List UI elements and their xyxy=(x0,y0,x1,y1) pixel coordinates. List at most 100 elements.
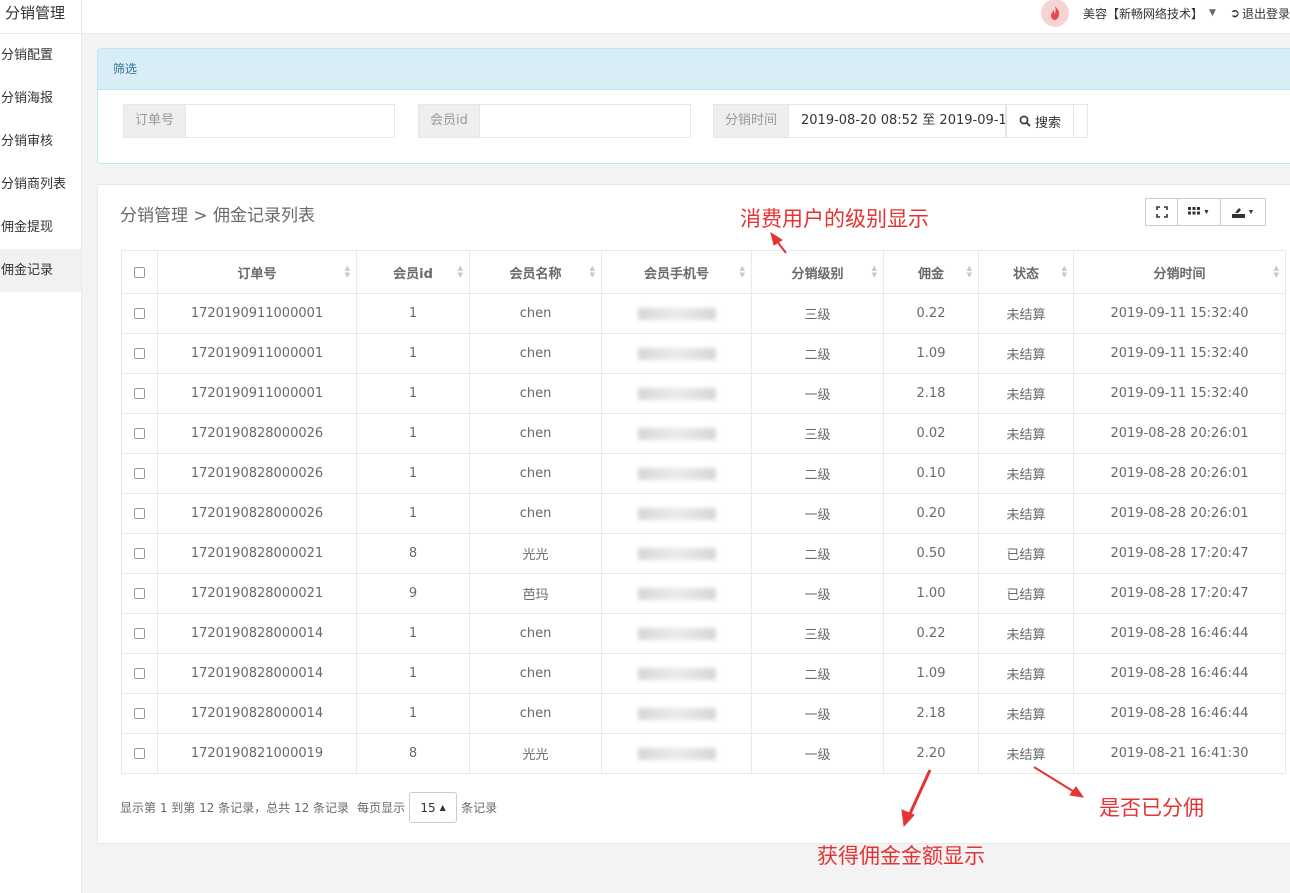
cell-member-phone xyxy=(601,453,752,494)
avatar[interactable] xyxy=(1040,0,1069,27)
redacted-phone xyxy=(637,707,716,720)
filter-heading: 筛选 xyxy=(98,49,1290,90)
header-member-name[interactable]: 会员名称 ▲ ▼ xyxy=(469,250,602,294)
fullscreen-button[interactable] xyxy=(1145,198,1178,226)
cell-time: 2019-08-28 17:20:47 xyxy=(1073,573,1286,614)
table-row[interactable]: 1720190828000014 1 chen 二级 1.09 未结算 2019-08-28… xyxy=(121,653,1286,694)
row-checkbox[interactable] xyxy=(134,508,145,519)
header-status[interactable]: 状态 ▲ ▼ xyxy=(978,250,1074,294)
table-row[interactable]: 1720190828000014 1 chen 三级 0.22 未结算 2019-08-28… xyxy=(121,613,1286,654)
cell-time: 2019-08-28 16:46:44 xyxy=(1073,653,1286,694)
table-row[interactable]: 1720190911000001 1 chen 二级 1.09 未结算 2019-09-11… xyxy=(121,333,1286,374)
annotation-commission: 获得佣金金额显示 xyxy=(817,844,985,868)
row-checkbox[interactable] xyxy=(134,308,145,319)
row-checkbox[interactable] xyxy=(134,428,145,439)
table-row[interactable]: 1720190828000026 1 chen 一级 0.20 未结算 2019-08-28… xyxy=(121,493,1286,534)
cell-order: 1720190911000001 xyxy=(157,333,357,374)
cell-time: 2019-08-28 16:46:44 xyxy=(1073,693,1286,734)
redacted-phone xyxy=(637,667,716,680)
member-filter-group: 会员id xyxy=(418,104,691,138)
table-row[interactable]: 1720190828000021 8 光光 二级 0.50 已结算 2019-08-28 1… xyxy=(121,533,1286,574)
table-row[interactable]: 1720190828000026 1 chen 三级 0.02 未结算 2019-08-28… xyxy=(121,413,1286,454)
cell-status: 未结算 xyxy=(978,493,1074,534)
sidebar-item-distributors[interactable]: 分销商列表 xyxy=(0,163,81,206)
row-checkbox[interactable] xyxy=(134,628,145,639)
sort-icon: ▲ ▼ xyxy=(344,264,350,279)
logout-link[interactable]: ➲ 退出登录 xyxy=(1230,5,1290,22)
user-menu[interactable]: 美容【新畅网络技术】 xyxy=(1083,5,1203,22)
cell-member-id: 1 xyxy=(356,413,470,454)
date-range-input[interactable]: 2019-08-20 08:52 至 2019-09-11 08:52 xyxy=(788,104,1007,138)
sidebar-item-review[interactable]: 分销审核 xyxy=(0,120,81,163)
header-time[interactable]: 分销时间 ▲ ▼ xyxy=(1073,250,1286,294)
header-member-id[interactable]: 会员id ▲ ▼ xyxy=(356,250,470,294)
cell-time: 2019-08-28 20:26:01 xyxy=(1073,453,1286,494)
top-bar: 分销管理 美容【新畅网络技术】 ▼ ➲ 退出登录 xyxy=(0,0,1290,34)
header-commission[interactable]: 佣金 ▲ ▼ xyxy=(883,250,979,294)
sort-icon: ▲ ▼ xyxy=(589,264,595,279)
cell-member-id: 1 xyxy=(356,453,470,494)
sidebar-item-commission-records[interactable]: 佣金记录 xyxy=(0,249,81,292)
member-id-input[interactable] xyxy=(478,104,691,138)
row-checkbox[interactable] xyxy=(134,548,145,559)
search-button[interactable]: 搜索 xyxy=(1006,104,1075,138)
row-checkbox[interactable] xyxy=(134,348,145,359)
sidebar-item-withdraw[interactable]: 佣金提现 xyxy=(0,206,81,249)
cell-time: 2019-09-11 15:32:40 xyxy=(1073,293,1286,334)
table-header-row: 订单号 ▲ ▼ 会员id ▲ ▼ 会员名称 ▲ ▼ 会员手机号 ▲ ▼ 分销级别 ▲ ▼ 佣金 ▲ ▼ … xyxy=(121,250,1286,294)
table-row[interactable]: 1720190821000019 8 光光 一级 2.20 未结算 2019-08-21 1… xyxy=(121,733,1286,774)
cell-order: 1720190828000014 xyxy=(157,653,357,694)
columns-button[interactable]: ▼ xyxy=(1178,198,1221,226)
sidebar-item-config[interactable]: 分销配置 xyxy=(0,34,81,77)
chevron-down-icon: ▼ xyxy=(1203,208,1210,216)
cell-member-id: 1 xyxy=(356,613,470,654)
cell-time: 2019-09-11 15:32:40 xyxy=(1073,373,1286,414)
redacted-phone xyxy=(637,587,716,600)
sidebar: 分销配置 分销海报 分销审核 分销商列表 佣金提现 佣金记录 xyxy=(0,34,82,893)
cell-member-name: 光光 xyxy=(469,733,602,774)
table-row[interactable]: 1720190828000014 1 chen 一级 2.18 未结算 2019-08-28… xyxy=(121,693,1286,734)
row-checkbox[interactable] xyxy=(134,748,145,759)
table-row[interactable]: 1720190828000026 1 chen 二级 0.10 未结算 2019-08-28… xyxy=(121,453,1286,494)
cell-member-name: chen xyxy=(469,613,602,654)
cell-status: 已结算 xyxy=(978,573,1074,614)
sidebar-item-poster[interactable]: 分销海报 xyxy=(0,77,81,120)
breadcrumb: 分销管理 > 佣金记录列表 xyxy=(120,206,316,226)
header-level[interactable]: 分销级别 ▲ ▼ xyxy=(751,250,884,294)
cell-member-phone xyxy=(601,533,752,574)
table-row[interactable]: 1720190911000001 1 chen 三级 0.22 未结算 2019-09-11… xyxy=(121,293,1286,334)
cell-commission: 2.20 xyxy=(883,733,979,774)
sort-icon: ▲ ▼ xyxy=(739,264,745,279)
redacted-phone xyxy=(637,747,716,760)
table-row[interactable]: 1720190911000001 1 chen 一级 2.18 未结算 2019-09-11… xyxy=(121,373,1286,414)
records-panel: 分销管理 > 佣金记录列表 ▼ ▼ 订单号 ▲ ▼ 会员id ▲ ▼ 会员名称 ▲ ▼ 会员… xyxy=(97,184,1290,844)
chevron-down-icon[interactable]: ▼ xyxy=(1209,8,1216,18)
input-group-end xyxy=(1074,104,1089,138)
export-button[interactable]: ▼ xyxy=(1221,198,1266,226)
row-checkbox[interactable] xyxy=(134,468,145,479)
flame-logo-icon xyxy=(1050,6,1060,20)
header-member-phone[interactable]: 会员手机号 ▲ ▼ xyxy=(601,250,752,294)
row-checkbox[interactable] xyxy=(134,668,145,679)
header-order[interactable]: 订单号 ▲ ▼ xyxy=(157,250,357,294)
export-icon xyxy=(1231,207,1245,218)
row-checkbox[interactable] xyxy=(134,708,145,719)
cell-status: 未结算 xyxy=(978,453,1074,494)
cell-status: 未结算 xyxy=(978,693,1074,734)
order-label: 订单号 xyxy=(123,104,186,138)
select-all-checkbox[interactable] xyxy=(134,266,145,278)
cell-status: 未结算 xyxy=(978,373,1074,414)
row-checkbox[interactable] xyxy=(134,588,145,599)
cell-commission: 1.00 xyxy=(883,573,979,614)
page-size-select[interactable]: 15 ▲ xyxy=(409,792,458,823)
cell-order: 1720190821000019 xyxy=(157,733,357,774)
cell-time: 2019-08-28 20:26:01 xyxy=(1073,493,1286,534)
row-checkbox[interactable] xyxy=(134,388,145,399)
order-input[interactable] xyxy=(185,104,396,138)
sort-icon: ▲ ▼ xyxy=(966,264,972,279)
cell-order: 1720190828000014 xyxy=(157,613,357,654)
cell-member-name: chen xyxy=(469,453,602,494)
pagination-info: 显示第 1 到第 12 条记录，总共 12 条记录 每页显示 15 ▲ 条记录 xyxy=(120,792,497,823)
cell-member-phone xyxy=(601,373,752,414)
table-row[interactable]: 1720190828000021 9 芭玛 一级 1.00 已结算 2019-08-28 1… xyxy=(121,573,1286,614)
